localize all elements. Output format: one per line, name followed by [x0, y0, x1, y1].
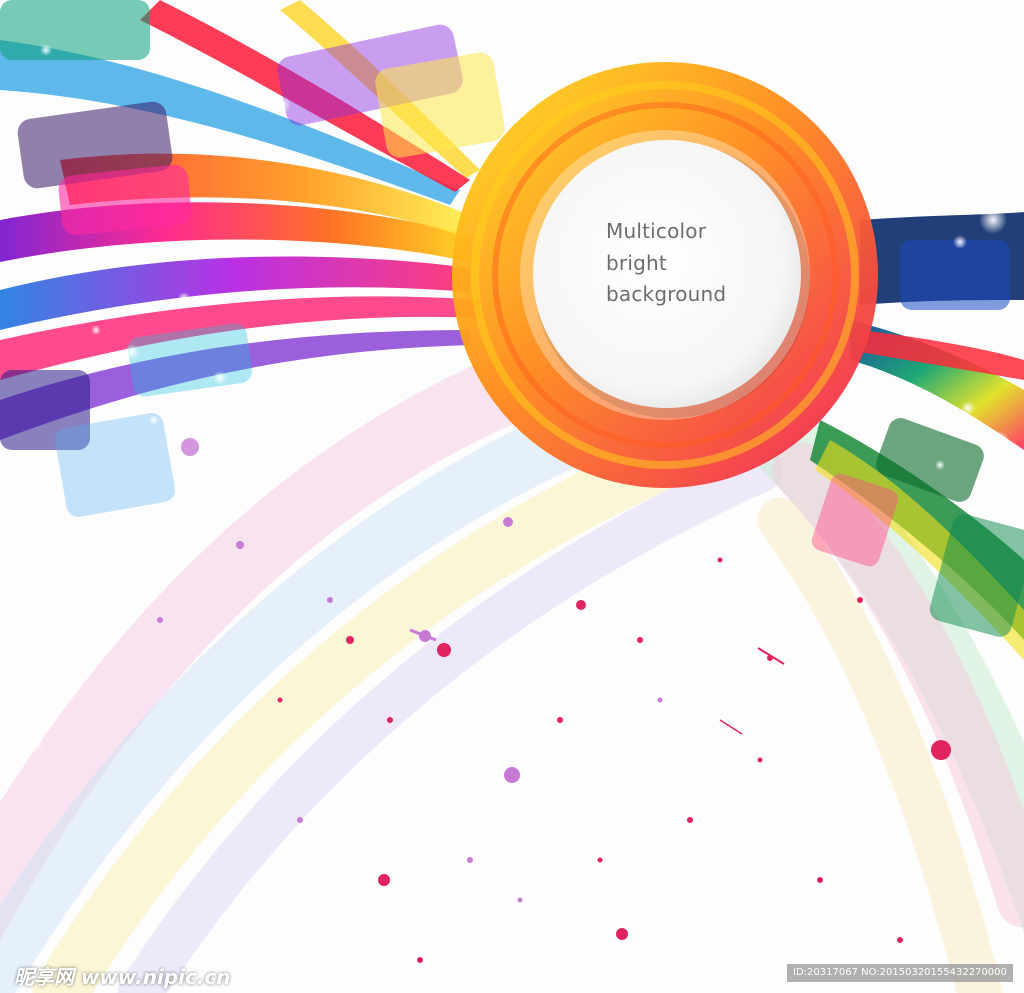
circle-badge-ring [452, 62, 878, 488]
headline-line-1: Multicolor [606, 219, 707, 243]
artwork-canvas: Multicolor bright background 昵享网 www.nip… [0, 0, 1024, 993]
headline-line-3: background [606, 282, 727, 306]
image-id-watermark: ID:20317067 NO:20150320155432270000 [787, 964, 1013, 982]
background-artwork [0, 0, 1024, 993]
site-watermark-logo: 昵享网 www.nipic.cn [14, 965, 231, 989]
headline-line-2: bright [606, 251, 667, 275]
